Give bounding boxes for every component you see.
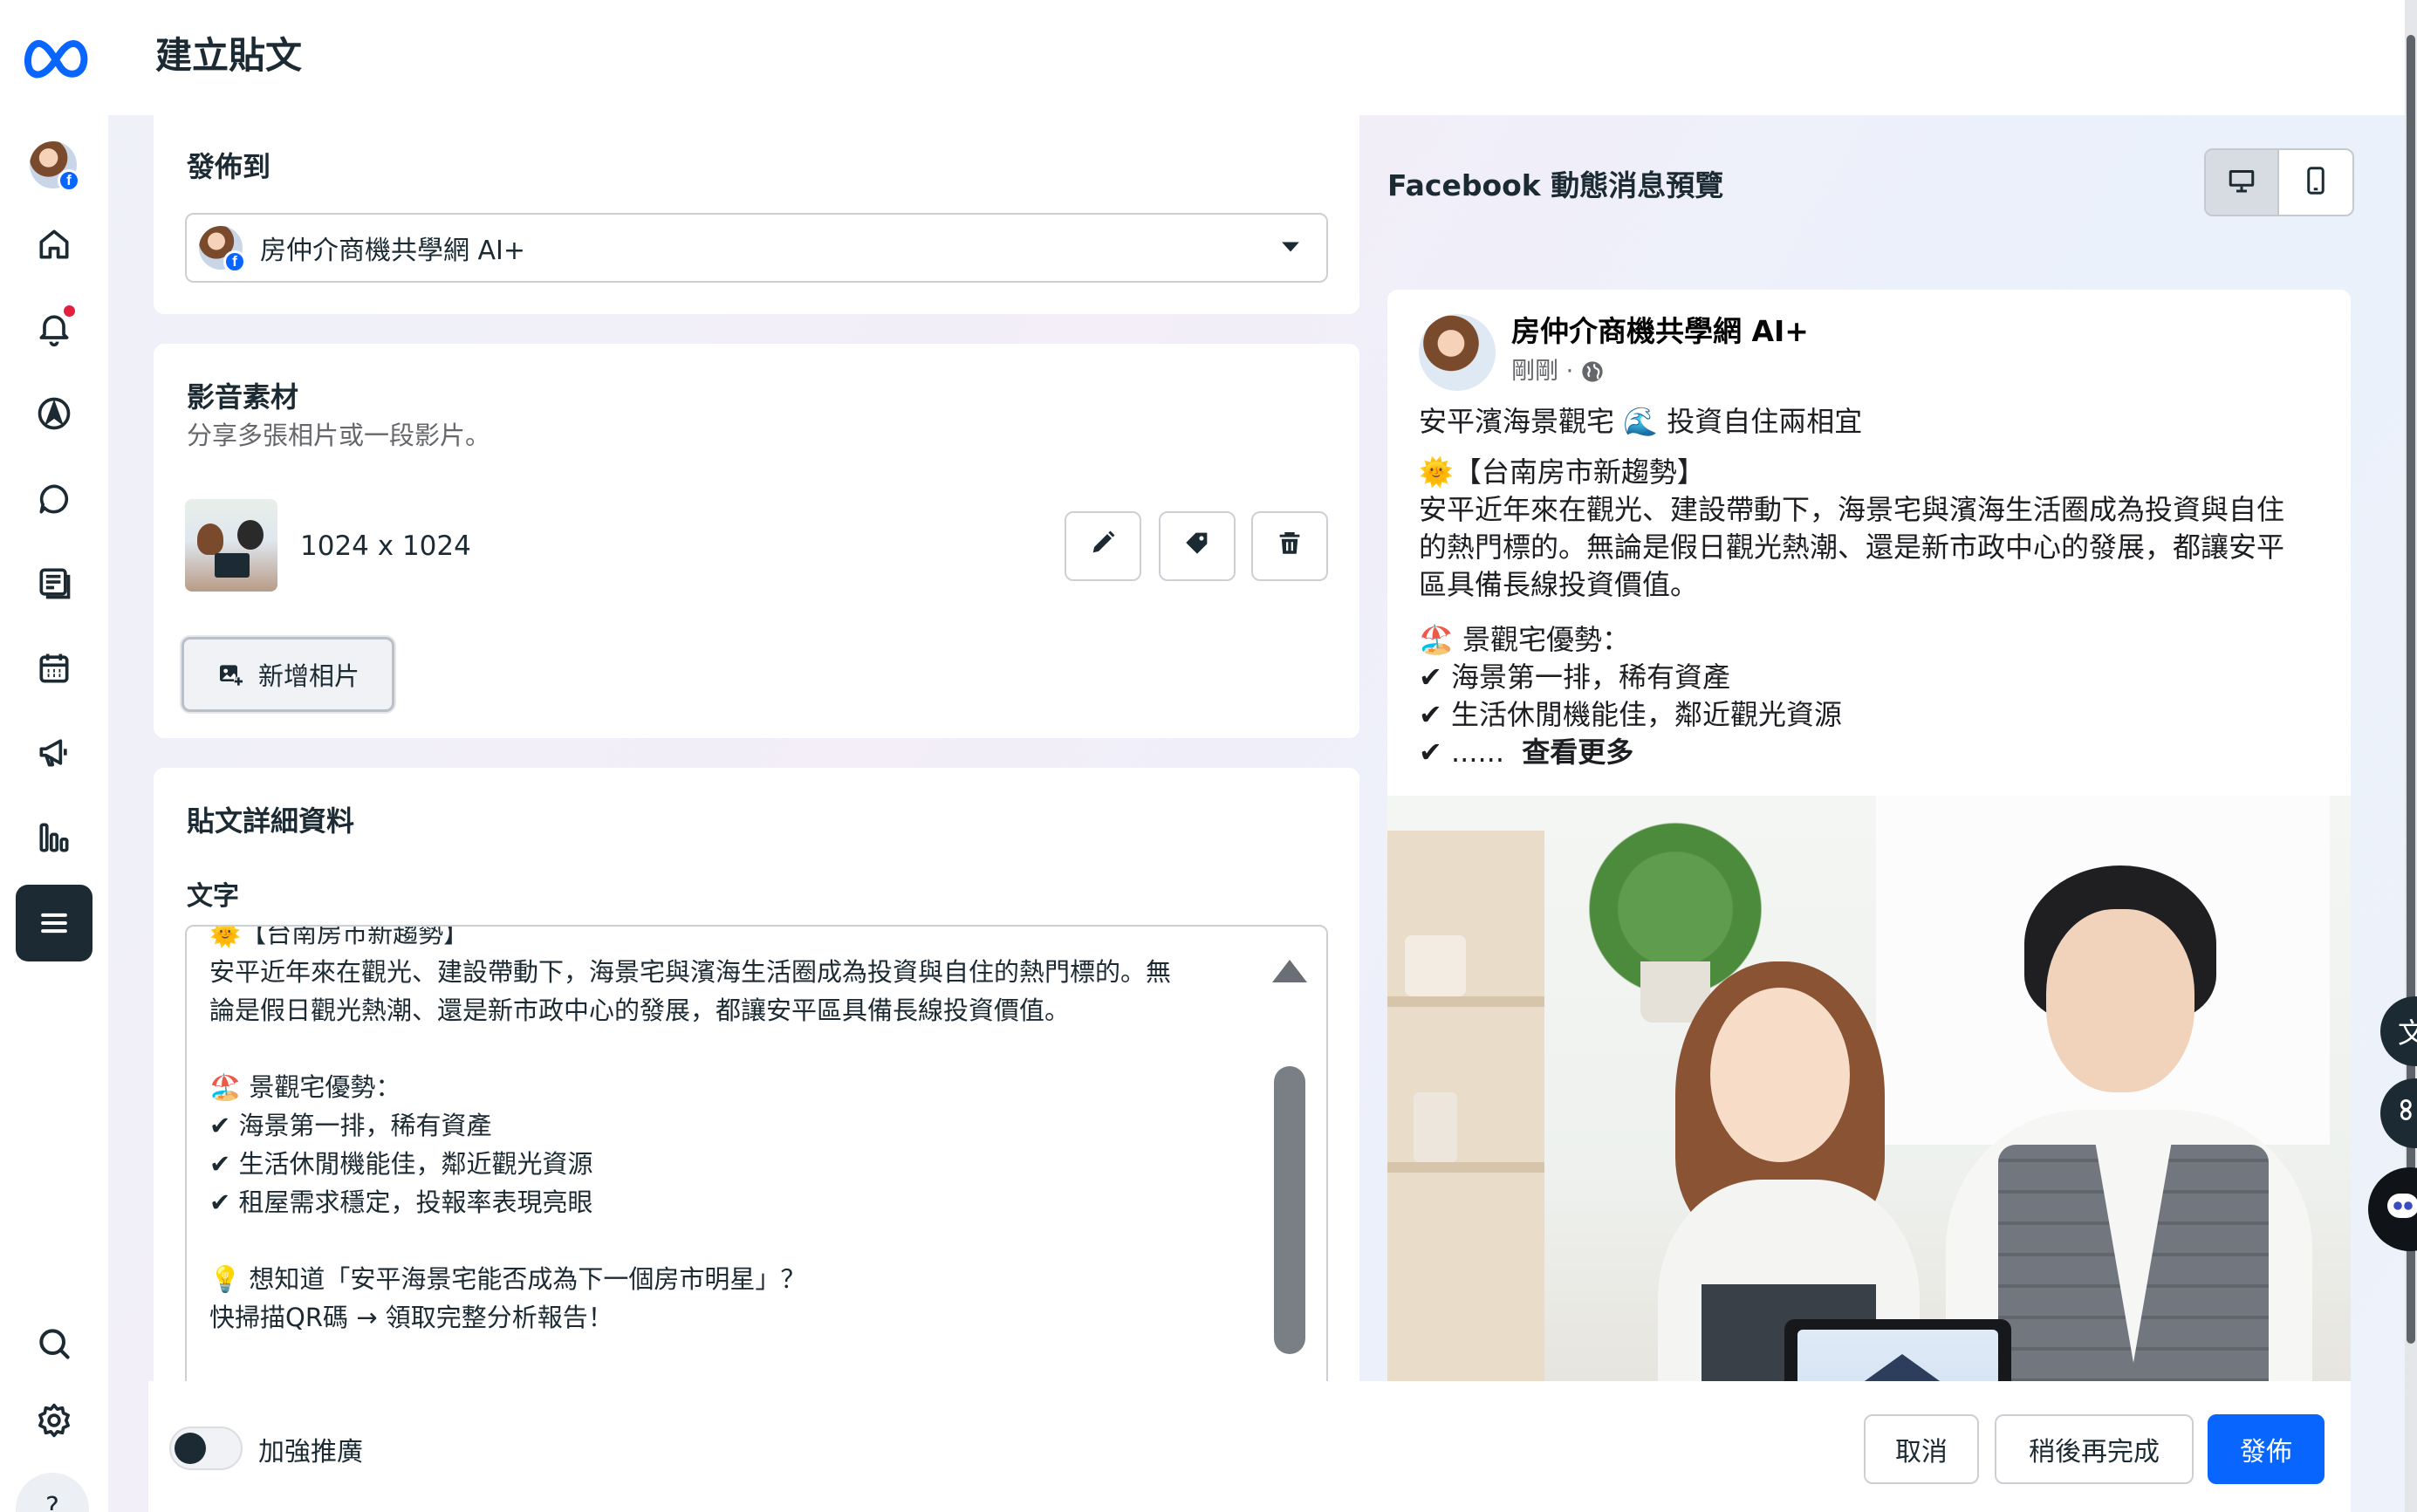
edit-media-button[interactable] <box>1065 511 1141 581</box>
insights-icon[interactable] <box>26 810 82 865</box>
facebook-badge-icon: f <box>223 250 246 273</box>
chat-icon[interactable] <box>26 471 82 527</box>
content-icon[interactable] <box>26 555 82 611</box>
add-photo-icon <box>216 660 244 688</box>
add-photo-button[interactable]: 新增相片 <box>181 637 394 712</box>
cancel-button[interactable]: 取消 <box>1864 1414 1979 1484</box>
text-label: 文字 <box>187 881 239 912</box>
notification-dot <box>64 305 75 317</box>
mobile-icon <box>2300 165 2331 200</box>
see-more-link[interactable]: 查看更多 <box>1522 735 1633 769</box>
profile-avatar[interactable]: f <box>30 141 80 192</box>
preview-page-avatar[interactable] <box>1419 314 1496 391</box>
page-scrollbar[interactable] <box>2405 0 2417 1512</box>
post-text-content: 🌞【台南房市新趨勢】 安平近年來在觀光、建設帶動下，海景宅與濱海生活圈成為投資與… <box>209 925 1172 1332</box>
tag-icon <box>1182 528 1212 564</box>
post-details-card: 貼文詳細資料 文字 🌞【台南房市新趨勢】 安平近年來在觀光、建設帶動下，海景宅與… <box>154 768 1359 1431</box>
preview-text-line: 🏖️ 景觀宅優勢： <box>1419 623 1631 656</box>
preview-text-line: ✔ 生活休閒機能佳，鄰近觀光資源 <box>1419 698 1842 731</box>
media-size: 1024 x 1024 <box>300 530 471 562</box>
page-avatar: f <box>199 226 246 273</box>
post-text-area[interactable]: 🌞【台南房市新趨勢】 安平近年來在觀光、建設帶動下，海景宅與濱海生活圈成為投資與… <box>185 925 1328 1413</box>
preview-device-toggle <box>2204 148 2354 216</box>
gear-icon[interactable] <box>26 1392 82 1448</box>
preview-text-line: 安平濱海景觀宅 🌊 投資自住兩相宜 <box>1419 405 1863 438</box>
post-details-title: 貼文詳細資料 <box>187 804 355 838</box>
page-select-value: 房仲介商機共學網 AI+ <box>260 236 526 266</box>
preview-text-line: 區具備長線投資價值。 <box>1419 568 1699 601</box>
delete-media-button[interactable] <box>1251 511 1328 581</box>
sidebar: f ? <box>0 0 108 1512</box>
preview-text-line: 🌞【台南房市新趨勢】 <box>1419 455 1705 489</box>
meta-logo[interactable] <box>21 31 91 84</box>
boost-toggle[interactable] <box>169 1426 243 1470</box>
media-card: 影音素材 分享多張相片或一段影片。 1024 x 1024 新增相片 <box>154 344 1359 738</box>
bottom-bar: 加強推廣 取消 稍後再完成 發佈 <box>148 1381 2351 1512</box>
publish-button[interactable]: 發佈 <box>2208 1414 2325 1484</box>
preview-post-card: 房仲介商機共學網 AI+ 剛剛 · 安平濱海景觀宅 🌊 投資自住兩相宜 🌞【台南… <box>1387 290 2351 1424</box>
publish-to-card: 發佈到 f 房仲介商機共學網 AI+ <box>154 115 1359 314</box>
trash-icon <box>1275 528 1304 564</box>
preview-post-meta: 剛剛 · <box>1511 352 1605 390</box>
menu-icon[interactable] <box>16 885 92 961</box>
preview-title: Facebook 動態消息預覽 <box>1387 168 1724 202</box>
home-icon[interactable] <box>26 216 82 272</box>
calendar-icon[interactable] <box>26 640 82 696</box>
translate-icon: 文 <box>2398 1016 2417 1050</box>
boost-label: 加強推廣 <box>258 1437 363 1468</box>
facebook-badge-icon: f <box>58 169 80 192</box>
scroll-up-arrow-icon[interactable] <box>1272 960 1307 982</box>
caret-down-icon <box>1281 240 1300 257</box>
compass-icon[interactable] <box>26 386 82 441</box>
boost-toggle-knob <box>175 1433 206 1464</box>
preview-page-name[interactable]: 房仲介商機共學網 AI+ <box>1511 312 1809 350</box>
extension-icon <box>2396 1095 2417 1132</box>
preview-text-line: ✔ ...... 查看更多 <box>1419 734 1633 771</box>
preview-text-line: 安平近年來在觀光、建設帶動下，海景宅與濱海生活圈成為投資與自住 <box>1419 493 2285 526</box>
extension-floater-button[interactable] <box>2380 1078 2417 1148</box>
assistant-icon <box>2382 1185 2417 1234</box>
tag-media-button[interactable] <box>1159 511 1236 581</box>
mobile-preview-button[interactable] <box>2279 150 2352 215</box>
preview-post-image[interactable] <box>1387 796 2351 1424</box>
page-select[interactable]: f 房仲介商機共學網 AI+ <box>185 213 1328 283</box>
preview-text-line: ✔ 海景第一排，稀有資產 <box>1419 660 1730 694</box>
media-thumbnail[interactable] <box>185 499 277 592</box>
preview-post-time: 剛剛 · <box>1511 358 1574 385</box>
media-subtitle: 分享多張相片或一段影片。 <box>187 421 491 450</box>
desktop-icon <box>2226 165 2257 200</box>
megaphone-icon[interactable] <box>26 724 82 780</box>
bell-icon[interactable] <box>26 300 82 356</box>
preview-text-line: 的熱門標的。無論是假日觀光熱潮、還是新市政中心的發展，都讓安平 <box>1419 530 2285 564</box>
finish-later-button[interactable]: 稍後再完成 <box>1995 1414 2194 1484</box>
search-icon[interactable] <box>26 1316 82 1372</box>
scrollbar-thumb[interactable] <box>1274 1066 1305 1354</box>
preview-last-line: ✔ ...... <box>1419 735 1505 769</box>
page-title: 建立貼文 <box>155 34 303 77</box>
assistant-floater-button[interactable] <box>2368 1167 2417 1251</box>
globe-icon <box>1580 359 1605 384</box>
media-title: 影音素材 <box>187 380 299 414</box>
help-button[interactable]: ? <box>16 1473 89 1512</box>
help-icon: ? <box>45 1492 59 1512</box>
desktop-preview-button[interactable] <box>2206 150 2280 215</box>
header: 建立貼文 <box>108 0 2417 115</box>
pencil-icon <box>1088 528 1118 564</box>
add-photo-label: 新增相片 <box>257 661 359 691</box>
translate-floater-button[interactable]: 文 <box>2380 996 2417 1066</box>
publish-to-title: 發佈到 <box>187 150 271 183</box>
